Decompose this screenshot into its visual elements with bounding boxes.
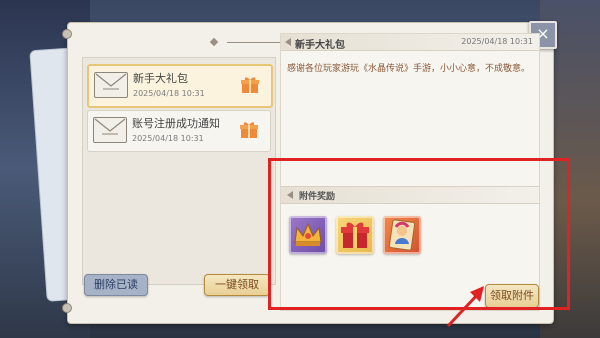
gift-icon [241,77,259,93]
ornament-diamond [209,37,218,47]
claim-attachment-button[interactable]: 领取附件 [485,284,539,308]
mail-item-newbie-gift[interactable]: 新手大礼包 2025/04/18 10:31 [87,64,273,108]
attachment-item-gift-box[interactable] [336,216,374,254]
delete-read-button[interactable]: 删除已读 [84,274,148,296]
gift-icon [240,122,258,138]
envelope-icon [93,117,127,143]
detail-title: 新手大礼包 [295,40,345,51]
attachment-item-character-card[interactable] [383,216,421,254]
mail-item-title: 新手大礼包 [133,72,188,85]
detail-body-text: 感谢各位玩家游玩《水晶传说》手游，小小心意，不成敬意。 [287,64,531,74]
arrow-left-icon [285,38,291,46]
mail-list: 新手大礼包 2025/04/18 10:31 账号注册成功通知 2025/04/… [82,57,276,285]
golden-crown-icon [294,222,322,246]
ornament-line [226,41,285,43]
arrow-left-icon [287,191,293,199]
mail-item-date: 2025/04/18 10:31 [133,89,205,98]
character-card-icon [388,219,416,251]
detail-header: 新手大礼包 2025/04/18 10:31 [281,34,539,51]
red-gift-box-icon [341,222,369,248]
attachment-header-label: 附件奖励 [299,192,336,202]
binder-ring [62,303,72,313]
claim-all-button[interactable]: 一键领取 [204,274,270,296]
mail-item-title: 账号注册成功通知 [132,117,220,130]
mail-item-register-notice[interactable]: 账号注册成功通知 2025/04/18 10:31 [87,110,271,152]
envelope-icon [94,72,128,98]
mail-item-date: 2025/04/18 10:31 [132,134,204,143]
mail-window: 邮件 × 新手大礼包 2025/04/18 10:31 账号注册成功通知 202… [62,21,557,324]
detail-date: 2025/04/18 10:31 [461,37,533,46]
attachment-header: 附件奖励 [281,186,539,204]
attachment-item-crown[interactable] [289,216,327,254]
mail-detail-panel: 新手大礼包 2025/04/18 10:31 感谢各位玩家游玩《水晶传说》手游，… [280,33,540,311]
